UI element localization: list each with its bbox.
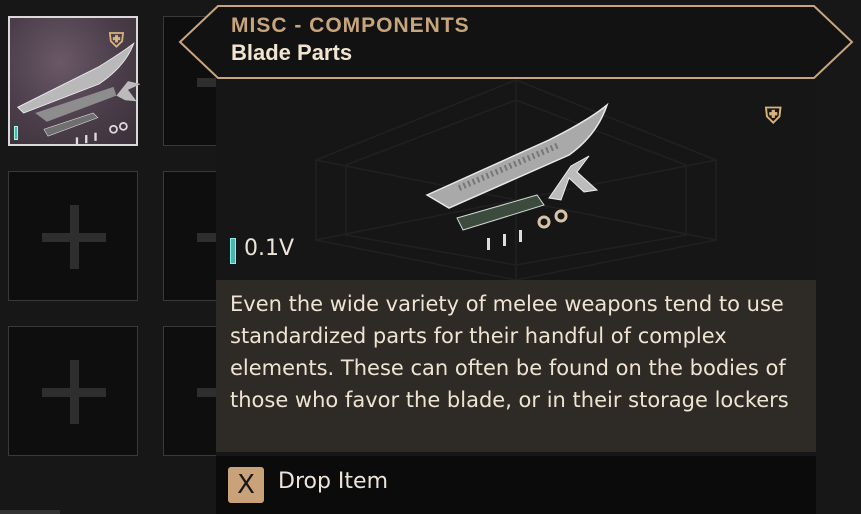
horseshoe-badge-icon: ⛨ bbox=[765, 104, 782, 129]
keybind-x[interactable]: X bbox=[228, 467, 264, 503]
item-name: Blade Parts bbox=[231, 40, 353, 65]
weight-indicator-icon bbox=[230, 238, 236, 264]
horseshoe-badge-icon: ⛨ bbox=[109, 28, 124, 52]
inventory-slot-empty[interactable] bbox=[8, 171, 138, 301]
weight-indicator-icon bbox=[14, 126, 18, 140]
inventory-slot-blade-parts[interactable]: ⛨ bbox=[8, 16, 140, 146]
item-weight: 0.1V bbox=[244, 236, 295, 261]
item-description: Even the wide variety of melee weapons t… bbox=[216, 280, 816, 452]
blade-parts-icon bbox=[425, 102, 609, 250]
divider bbox=[0, 510, 60, 514]
drop-item-label[interactable]: Drop Item bbox=[278, 469, 388, 494]
inventory-slot-empty[interactable] bbox=[8, 326, 138, 456]
action-bar: X Drop Item bbox=[216, 456, 816, 514]
item-category: MISC - COMPONENTS bbox=[231, 14, 470, 37]
